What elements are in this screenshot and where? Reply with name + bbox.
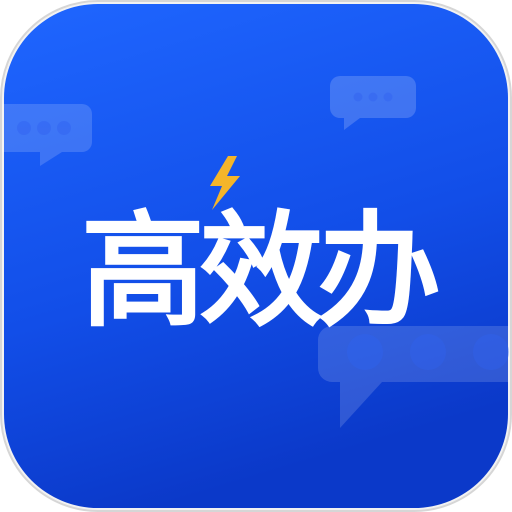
app-icon-graphic: 高效办 — [0, 0, 512, 512]
logo-text: 高效办 — [81, 200, 439, 344]
app-icon: 高效办 — [0, 0, 512, 512]
